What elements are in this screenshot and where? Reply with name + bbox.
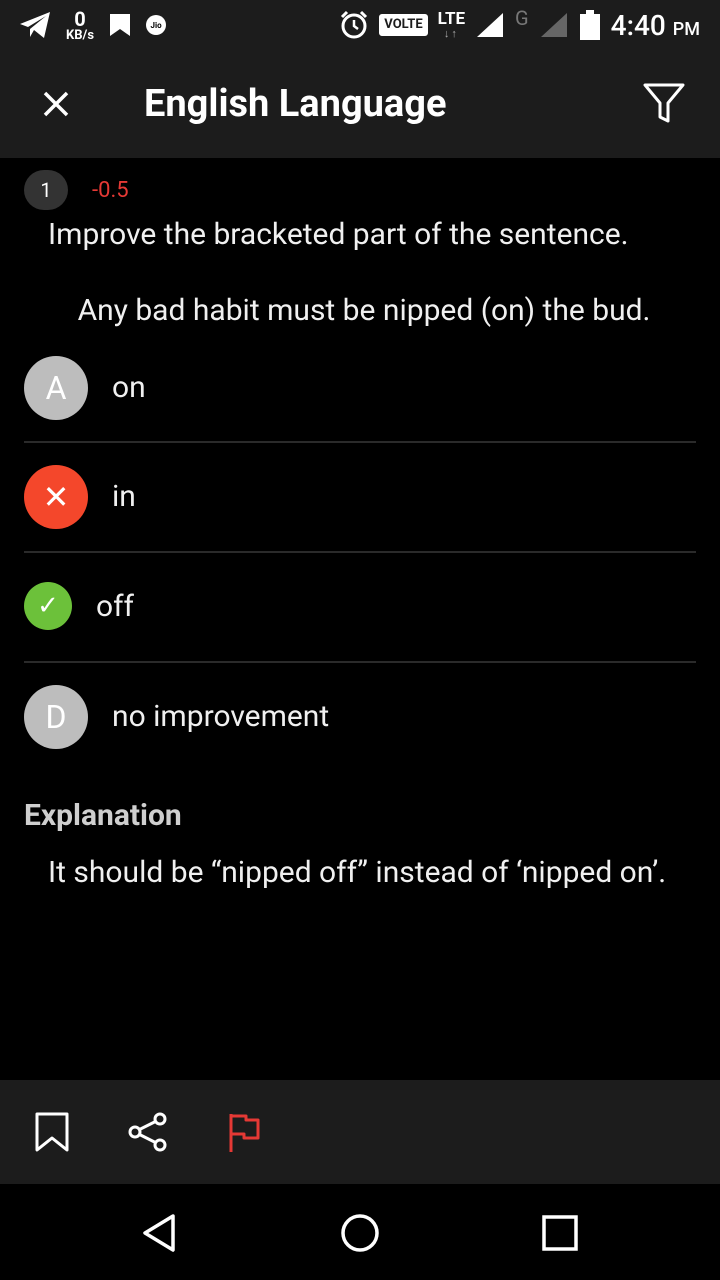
- question-marks: -0.5: [92, 177, 129, 203]
- question-sentence: Any bad habit must be nipped (on) the bu…: [77, 293, 651, 328]
- option-label: on: [112, 370, 146, 405]
- clock-suffix: PM: [672, 18, 700, 40]
- alarm-icon: [341, 10, 368, 39]
- option-badge-a: A: [24, 356, 88, 420]
- share-icon[interactable]: [126, 1110, 170, 1154]
- question-number: 1: [24, 170, 68, 210]
- nav-home-icon[interactable]: [337, 1210, 383, 1256]
- wrong-answer-icon: ✕: [24, 465, 88, 529]
- option-d[interactable]: D no improvement: [0, 663, 720, 773]
- speed-unit: KB/s: [66, 27, 95, 43]
- filter-icon[interactable]: [640, 80, 688, 128]
- battery-icon: [579, 10, 600, 40]
- volte-badge: VOLTE: [379, 14, 428, 36]
- speed-value: 0: [74, 6, 86, 31]
- option-label: no improvement: [112, 699, 330, 734]
- status-bar: 0 KB/s Jio VOLTE LTE ↓↑ G 4:40 PM: [0, 0, 720, 50]
- app-bar: English Language: [0, 50, 720, 158]
- network-label: LTE: [437, 9, 466, 29]
- explanation-title: Explanation: [24, 798, 182, 833]
- bookmark-notification-icon: [110, 14, 131, 36]
- option-b[interactable]: ✕ in: [0, 443, 720, 553]
- option-a[interactable]: A on: [0, 334, 720, 444]
- option-c[interactable]: ✓ off: [0, 553, 720, 663]
- question-header: 1 -0.5: [24, 170, 129, 210]
- correct-answer-icon: ✓: [24, 582, 72, 630]
- option-label: in: [112, 479, 136, 514]
- bookmark-icon[interactable]: [30, 1110, 74, 1154]
- explanation-text: It should be “nipped off” instead of ‘ni…: [48, 855, 667, 890]
- nav-recents-icon[interactable]: [537, 1210, 583, 1256]
- option-badge-d: D: [24, 685, 88, 749]
- carrier-badge: Jio: [146, 15, 167, 35]
- bottom-action-bar: [0, 1080, 720, 1184]
- signal-icon-secondary: [540, 13, 567, 37]
- close-icon[interactable]: [36, 84, 76, 124]
- option-label: off: [96, 589, 134, 624]
- network-speed: 0 KB/s: [66, 9, 94, 42]
- secondary-network-label: G: [515, 6, 529, 30]
- lte-indicator: LTE ↓↑: [437, 9, 466, 40]
- clock: 4:40 PM: [611, 9, 700, 42]
- signal-icon: [477, 13, 504, 37]
- flag-icon[interactable]: [222, 1110, 266, 1154]
- question-instruction: Improve the bracketed part of the senten…: [48, 217, 629, 252]
- clock-time: 4:40: [610, 8, 666, 42]
- system-navigation-bar: [0, 1184, 720, 1280]
- nav-back-icon[interactable]: [137, 1210, 183, 1256]
- telegram-icon: [20, 12, 50, 38]
- page-title: English Language: [144, 82, 447, 126]
